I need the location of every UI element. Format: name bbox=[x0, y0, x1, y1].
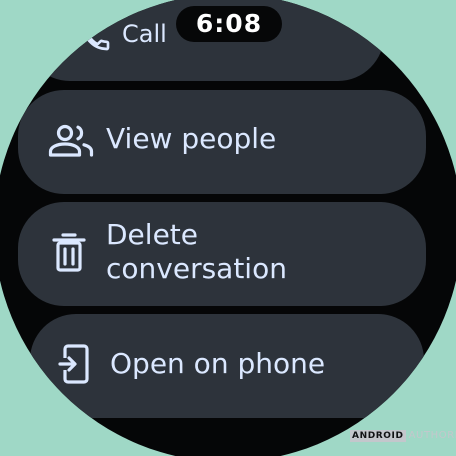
status-time: 6:08 bbox=[176, 6, 282, 42]
delete-conversation-button[interactable]: Delete conversation bbox=[18, 202, 426, 306]
open-on-phone-button[interactable]: Open on phone bbox=[30, 314, 424, 418]
trash-icon bbox=[52, 233, 86, 272]
call-label: Call bbox=[122, 20, 167, 48]
view-people-label: View people bbox=[106, 122, 277, 155]
watermark-brand: ANDROID bbox=[350, 430, 406, 442]
people-icon bbox=[48, 124, 94, 157]
open-on-phone-icon bbox=[58, 344, 89, 384]
phone-icon bbox=[82, 23, 110, 51]
delete-conversation-label: Delete conversation bbox=[106, 218, 287, 285]
screenshot-stage: Call View people Delete conversation Ope… bbox=[0, 0, 456, 456]
watch-screen: Call View people Delete conversation Ope… bbox=[0, 0, 456, 456]
open-on-phone-label: Open on phone bbox=[110, 347, 326, 380]
watermark: ANDROIDAUTHORITY bbox=[350, 430, 456, 442]
view-people-button[interactable]: View people bbox=[18, 90, 426, 194]
watermark-suffix: AUTHORITY bbox=[408, 430, 456, 441]
